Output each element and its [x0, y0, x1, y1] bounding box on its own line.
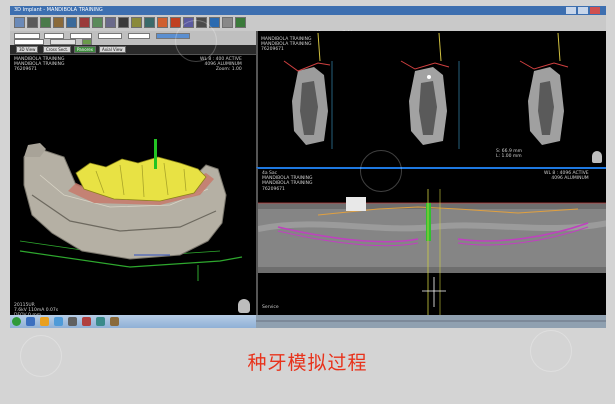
close-button[interactable] — [590, 7, 600, 14]
image-frame: 3D Implant - MANDIBOLA TRAINING 3D View … — [0, 0, 615, 404]
secondary-toolbar — [10, 31, 256, 46]
cross-section-panel-1[interactable]: MANDIBOLA TRAINING MANDIBOLA TRAINING 76… — [258, 31, 376, 167]
taskbar-app-6-icon[interactable] — [96, 317, 105, 326]
panorex-service-label: Service — [262, 305, 279, 310]
taskbar-app-7-icon[interactable] — [110, 317, 119, 326]
taskbar-app-3-icon[interactable] — [54, 317, 63, 326]
software-screen: 3D Implant - MANDIBOLA TRAINING 3D View … — [10, 6, 606, 328]
start-button[interactable] — [12, 317, 21, 326]
cross-section-panel-2[interactable] — [375, 31, 493, 167]
orientation-skull-icon[interactable] — [238, 299, 250, 313]
toolbar-tool-button[interactable] — [131, 17, 142, 28]
windows-taskbar — [10, 315, 256, 328]
toolbar-tool-button[interactable] — [105, 17, 116, 28]
slice-field[interactable] — [98, 33, 122, 39]
cross-section-image-1 — [283, 32, 333, 149]
window-title-bar: 3D Implant - MANDIBOLA TRAINING — [10, 6, 606, 15]
ruler-ticks — [256, 315, 606, 328]
toolbar-tool-button[interactable] — [40, 17, 51, 28]
cross-section-image-2 — [400, 32, 460, 149]
toolbar-tool-button[interactable] — [118, 17, 129, 28]
cross-section-measure: S: 66.9 mm L: 1.00 mm — [496, 149, 523, 160]
taskbar-app-2-icon[interactable] — [40, 317, 49, 326]
cross-section-area[interactable]: Implant Movers available MANDIBOLA TRAIN… — [256, 31, 606, 167]
toolbar-tool-button[interactable] — [79, 17, 90, 28]
toolbar-tool-button[interactable] — [53, 17, 64, 28]
image-caption: 种牙模拟过程 — [247, 352, 368, 374]
taskbar-app-5-icon[interactable] — [82, 317, 91, 326]
maximize-button[interactable] — [578, 7, 588, 14]
toolbar-tool-button[interactable] — [235, 17, 246, 28]
toolbar-tool-button[interactable] — [14, 17, 25, 28]
cross-skull-icon[interactable] — [592, 151, 602, 163]
watermark-logo — [175, 20, 217, 62]
toolbar-tool-button[interactable] — [92, 17, 103, 28]
watermark-logo — [360, 150, 402, 192]
toolbar-tool-button[interactable] — [157, 17, 168, 28]
panoramic-view[interactable]: 4a Sac MANDIBOLA TRAINING MANDIBOLA TRAI… — [256, 167, 606, 317]
main-toolbar — [10, 15, 606, 32]
jaw-3d-model — [19, 139, 243, 281]
minimize-button[interactable] — [566, 7, 576, 14]
panoramic-image — [258, 189, 606, 317]
window-title: 3D Implant - MANDIBOLA TRAINING — [14, 7, 103, 13]
measurement-ruler[interactable] — [256, 315, 606, 328]
toolbar-tool-button[interactable] — [27, 17, 38, 28]
cross-section-panel-3[interactable]: S: 66.9 mm L: 1.00 mm — [492, 31, 606, 167]
3d-view-panel[interactable]: 3D View Cross Sect. Panorex Axial View M… — [10, 45, 256, 328]
toolbar-tool-button[interactable] — [144, 17, 155, 28]
thickness-field[interactable] — [128, 33, 150, 39]
taskbar-app-4-icon[interactable] — [68, 317, 77, 326]
cross-section-image-3 — [519, 32, 569, 145]
toolbar-tool-button[interactable] — [222, 17, 233, 28]
toolbar-tool-button[interactable] — [66, 17, 77, 28]
taskbar-app-1-icon[interactable] — [26, 317, 35, 326]
